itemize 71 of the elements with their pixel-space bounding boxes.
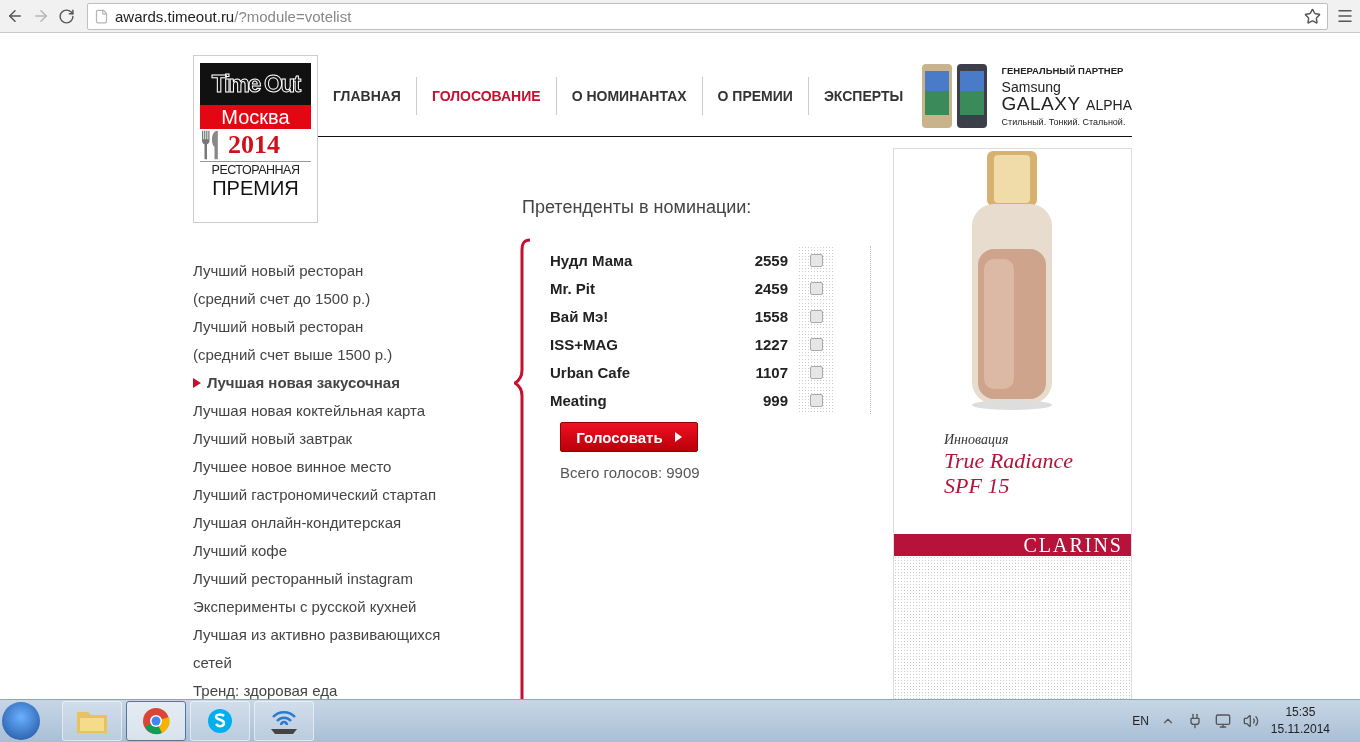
category-link[interactable]: Лучшая новая коктейльная карта xyxy=(193,397,493,425)
ad-banner[interactable]: Инновация True Radiance SPF 15 CLARINS xyxy=(893,148,1132,699)
logo-year: 2014 xyxy=(228,130,280,160)
taskbar-button[interactable] xyxy=(126,701,186,741)
triangle-icon xyxy=(674,432,682,442)
checkbox[interactable] xyxy=(809,253,823,267)
monitor-icon[interactable] xyxy=(1214,713,1231,729)
clock[interactable]: 15:35 15.11.2014 xyxy=(1270,704,1330,738)
category-link[interactable]: Лучшее новое винное место xyxy=(193,453,493,481)
logo-brand: Time Out xyxy=(200,63,311,105)
url-host: awards.timeout.ru xyxy=(115,7,235,25)
category-link[interactable]: Лучший кофе xyxy=(193,537,493,565)
star-icon[interactable] xyxy=(1304,7,1321,25)
logo[interactable]: Time Out Москва 2014 РЕСТОРАННАЯ ПРЕМИЯ xyxy=(193,55,318,223)
vote-count: 2559 xyxy=(753,251,789,269)
back-icon[interactable] xyxy=(6,7,24,25)
category-link[interactable]: Лучшая новая закусочная xyxy=(193,369,493,397)
vote-total: Всего голосов: 9909 xyxy=(560,464,701,481)
reload-icon[interactable] xyxy=(58,7,75,25)
browser-icon xyxy=(142,707,170,735)
ad-kicker: Инновация xyxy=(944,432,1010,448)
vote-count: 999 xyxy=(761,391,789,409)
language-indicator[interactable]: EN xyxy=(1132,714,1149,728)
nav-link[interactable]: О НОМИНАНТАХ xyxy=(555,76,702,115)
volume-icon[interactable] xyxy=(1242,713,1259,729)
ad-brand: CLARINS xyxy=(894,534,1131,556)
chat-icon xyxy=(206,707,234,735)
nominee-name: Mr. Pit xyxy=(550,279,596,297)
checkbox[interactable] xyxy=(809,281,823,295)
checkbox[interactable] xyxy=(809,393,823,407)
ad-subtitle: SPF 15 xyxy=(944,473,1011,498)
category-link[interactable]: Лучшая из активно развивающихся сетей xyxy=(193,621,493,677)
nav-link[interactable]: О ПРЕМИИ xyxy=(701,76,808,115)
category-link[interactable]: Эксперименты с русской кухней xyxy=(193,593,493,621)
start-button[interactable] xyxy=(2,702,40,740)
nav-link[interactable]: ЭКСПЕРТЫ xyxy=(807,76,919,115)
checkbox[interactable] xyxy=(809,309,823,323)
menu-icon[interactable] xyxy=(1336,7,1354,25)
logo-title: ПРЕМИЯ xyxy=(211,178,300,198)
category-link[interactable]: Лучший новый ресторан (средний счет выше 1500 р.) xyxy=(193,313,493,369)
partner-brand: Samsung xyxy=(1001,79,1062,94)
partner-slogan: Стильный. Тонкий. Стальной. xyxy=(1001,116,1127,127)
section-heading: Претенденты в номинации: xyxy=(522,197,753,218)
vote-count: 1107 xyxy=(754,363,789,381)
nominee-name: Meating xyxy=(550,391,608,409)
nav-link[interactable]: ГОЛОСОВАНИЕ xyxy=(415,76,556,115)
category-link[interactable]: Тренд: здоровая еда xyxy=(193,677,493,699)
nominee-name: Urban Cafe xyxy=(550,363,632,381)
address-bar[interactable]: awards.timeout.ru/?module=votelist xyxy=(87,2,1328,30)
triangle-icon xyxy=(193,378,201,388)
vote-count: 1227 xyxy=(753,335,789,353)
page-icon xyxy=(94,8,109,24)
category-link[interactable]: Лучший ресторанный instagram xyxy=(193,565,493,593)
vote-count: 1558 xyxy=(753,307,789,325)
logo-city: Москва xyxy=(200,105,311,129)
nominee-name: Вай Мэ! xyxy=(550,307,610,325)
nominee-name: Нудл Мама xyxy=(550,251,634,269)
checkbox[interactable] xyxy=(809,337,823,351)
partner-caption: ГЕНЕРАЛЬНЫЙ ПАРТНЕР xyxy=(1001,64,1125,76)
vote-button[interactable]: Голосовать xyxy=(560,422,698,452)
checkbox[interactable] xyxy=(809,365,823,379)
category-link[interactable]: Лучший гастрономический стартап xyxy=(193,481,493,509)
category-link[interactable]: Лучший новый ресторан (средний счет до 1500 р.) xyxy=(193,257,493,313)
url-path: /?module=votelist xyxy=(234,7,352,25)
nav-link[interactable]: ГЛАВНАЯ xyxy=(318,86,416,105)
logo-subtitle: РЕСТОРАННАЯ xyxy=(210,162,301,178)
nominee-name: ISS+MAG xyxy=(550,335,619,353)
category-link[interactable]: Лучший новый завтрак xyxy=(193,425,493,453)
category-link[interactable]: Лучшая онлайн-кондитерская xyxy=(193,509,493,537)
ad-title: True Radiance xyxy=(944,448,1074,473)
vote-count: 2459 xyxy=(753,279,789,297)
